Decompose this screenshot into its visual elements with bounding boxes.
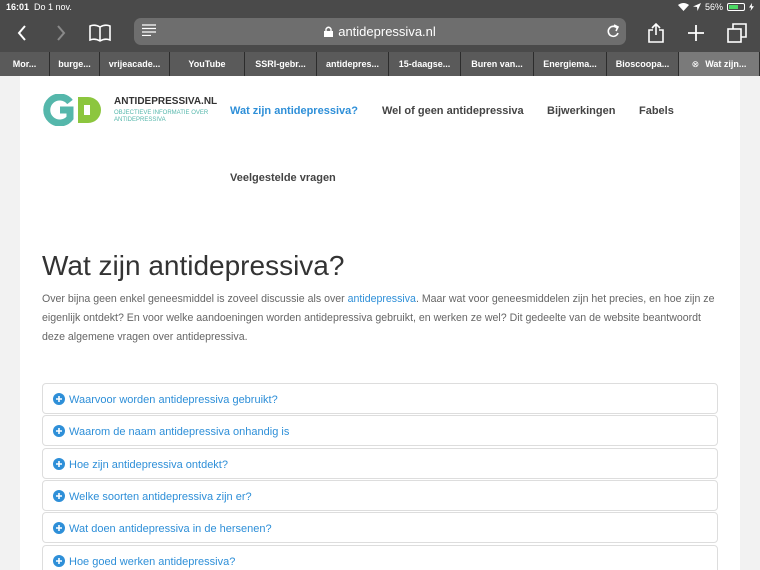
intro-text: Over bijna geen enkel geneesmiddel is zo… <box>42 290 722 347</box>
browser-tab[interactable]: 15-daagse... <box>389 52 461 76</box>
browser-tab[interactable]: Mor... <box>0 52 50 76</box>
new-tab-button[interactable] <box>683 20 709 46</box>
faq-item[interactable]: Wat doen antidepressiva in de hersenen? <box>42 512 718 544</box>
nav-wel-of-geen[interactable]: Wel of geen antidepressiva <box>382 105 524 117</box>
browser-tab[interactable]: Bioscoopa... <box>607 52 679 76</box>
browser-tab[interactable]: ⊗ Wat zijn... <box>679 52 760 76</box>
tabs-icon <box>727 23 747 43</box>
share-button[interactable] <box>643 20 669 46</box>
faq-question[interactable]: Waarvoor worden antidepressiva gebruikt? <box>69 394 278 406</box>
plus-icon <box>688 25 704 41</box>
battery-percent: 56% <box>704 2 723 12</box>
charging-icon <box>749 3 754 11</box>
browser-tab-label: Wat zijn... <box>705 59 747 69</box>
plus-circle-icon <box>53 393 65 405</box>
location-icon <box>692 3 701 11</box>
faq-question[interactable]: Wat doen antidepressiva in de hersenen? <box>69 523 272 535</box>
logo-tagline: OBJECTIEVE INFORMATIE OVER ANTIDEPRESSIV… <box>114 110 209 123</box>
book-icon <box>89 24 111 42</box>
nav-fabels[interactable]: Fabels <box>639 105 674 117</box>
tab-strip: Mor... burge... vrijeacade... YouTube SSRI-g… <box>0 52 760 76</box>
nav-veelgestelde-vragen[interactable]: Veelgestelde vragen <box>230 172 336 184</box>
browser-tab-label: burge... <box>58 59 91 69</box>
plus-circle-icon <box>53 522 65 535</box>
chevron-left-icon <box>17 25 26 41</box>
faq-item[interactable]: Hoe zijn antidepressiva ontdekt? <box>42 447 718 479</box>
intro-before: Over bijna geen enkel geneesmiddel is zo… <box>42 293 348 305</box>
bookmarks-button[interactable] <box>87 20 113 46</box>
faq-item[interactable]: Welke soorten antidepressiva zijn er? <box>42 479 718 511</box>
faq-question[interactable]: Waarom de naam antidepressiva onhandig i… <box>69 426 289 438</box>
faq-question[interactable]: Hoe zijn antidepressiva ontdekt? <box>69 459 228 471</box>
back-button[interactable] <box>9 20 35 46</box>
status-date: Do 1 nov. <box>34 2 72 12</box>
gd-logo-icon <box>43 94 101 126</box>
faq-item[interactable]: Waarvoor worden antidepressiva gebruikt? <box>42 383 718 414</box>
browser-tab[interactable]: Energiema... <box>534 52 607 76</box>
reload-icon[interactable] <box>606 23 620 39</box>
nav-bijwerkingen[interactable]: Bijwerkingen <box>547 105 615 117</box>
faq-item[interactable]: Hoe goed werken antidepressiva? <box>42 544 718 570</box>
browser-tab[interactable]: Buren van... <box>461 52 534 76</box>
wifi-icon <box>677 3 689 11</box>
browser-tab-label: Buren van... <box>471 59 523 69</box>
faq-question[interactable]: Hoe goed werken antidepressiva? <box>69 556 235 568</box>
plus-circle-icon <box>53 554 65 567</box>
browser-tab-label: Bioscoopa... <box>615 59 670 69</box>
browser-tab-label: Energiema... <box>543 59 597 69</box>
browser-tab-label: 15-daagse... <box>398 59 451 69</box>
browser-tab[interactable]: burge... <box>50 52 100 76</box>
faq-question[interactable]: Welke soorten antidepressiva zijn er? <box>69 491 252 503</box>
status-time: 16:01 <box>6 2 30 12</box>
plus-circle-icon <box>53 457 65 470</box>
forward-button[interactable] <box>48 20 74 46</box>
browser-chrome: 16:01 Do 1 nov. 56% antidepressiva.nl Mo… <box>0 0 760 76</box>
browser-tab-label: SSRI-gebr... <box>255 59 306 69</box>
status-right: 56% <box>677 2 754 12</box>
share-icon <box>648 23 664 43</box>
address-bar[interactable]: antidepressiva.nl <box>134 18 626 45</box>
nav-wat-zijn[interactable]: Wat zijn antidepressiva? <box>230 105 358 117</box>
url-text: antidepressiva.nl <box>338 24 436 39</box>
intro-link[interactable]: antidepressiva <box>348 293 416 305</box>
url-display: antidepressiva.nl <box>134 24 626 39</box>
plus-circle-icon <box>53 489 65 502</box>
browser-tab[interactable]: YouTube <box>170 52 245 76</box>
browser-tab[interactable]: vrijeacade... <box>100 52 170 76</box>
status-bar: 16:01 Do 1 nov. 56% <box>0 0 760 16</box>
page-title: Wat zijn antidepressiva? <box>42 250 345 281</box>
logo-name: ANTIDEPRESSIVA.NL <box>114 96 218 107</box>
site-logo[interactable]: ANTIDEPRESSIVA.NL OBJECTIEVE INFORMATIE … <box>42 94 217 128</box>
web-page: ANTIDEPRESSIVA.NL OBJECTIEVE INFORMATIE … <box>20 76 740 570</box>
faq-item[interactable]: Waarom de naam antidepressiva onhandig i… <box>42 415 718 447</box>
browser-tab[interactable]: antidepres... <box>317 52 389 76</box>
close-tab-icon[interactable]: ⊗ <box>692 59 700 70</box>
plus-circle-icon <box>53 425 65 438</box>
chevron-right-icon <box>57 25 66 41</box>
browser-tab-label: antidepres... <box>325 59 379 69</box>
browser-tab-label: vrijeacade... <box>108 59 161 69</box>
battery-icon <box>727 3 745 11</box>
browser-tab-label: YouTube <box>188 59 226 69</box>
browser-tab[interactable]: SSRI-gebr... <box>245 52 317 76</box>
lock-icon <box>324 26 334 37</box>
tabs-overview-button[interactable] <box>724 20 750 46</box>
browser-tab-label: Mor... <box>12 59 37 69</box>
